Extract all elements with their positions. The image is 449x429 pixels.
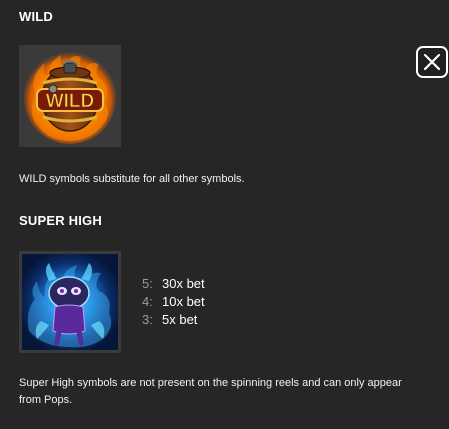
paytable-row: 4: 10x bet <box>142 293 205 311</box>
paytable-count: 5: <box>142 276 153 291</box>
super-high-paytable: 5: 30x bet 4: 10x bet 3: 5x bet <box>142 275 205 329</box>
paytable-row: 3: 5x bet <box>142 311 205 329</box>
wild-symbol-label: WILD <box>46 91 95 112</box>
wild-section-title: WILD <box>19 9 54 24</box>
close-button[interactable] <box>416 46 448 78</box>
paytable-value: 10x bet <box>162 294 205 309</box>
paytable-row: 5: 30x bet <box>142 275 205 293</box>
paytable-value: 30x bet <box>162 276 205 291</box>
wild-symbol: WILD <box>19 45 121 147</box>
super-high-symbol <box>19 251 121 353</box>
wild-barrel-icon: WILD <box>19 45 121 147</box>
wild-description: WILD symbols substitute for all other sy… <box>19 173 245 185</box>
super-high-description: Super High symbols are not present on th… <box>19 377 402 406</box>
paytable-value: 5x bet <box>162 312 198 327</box>
blue-creature-icon <box>19 251 121 353</box>
paytable-count: 3: <box>142 312 153 327</box>
paytable-count: 4: <box>142 294 153 309</box>
super-high-section-title: SUPER HIGH <box>19 213 102 228</box>
close-icon <box>423 53 441 71</box>
